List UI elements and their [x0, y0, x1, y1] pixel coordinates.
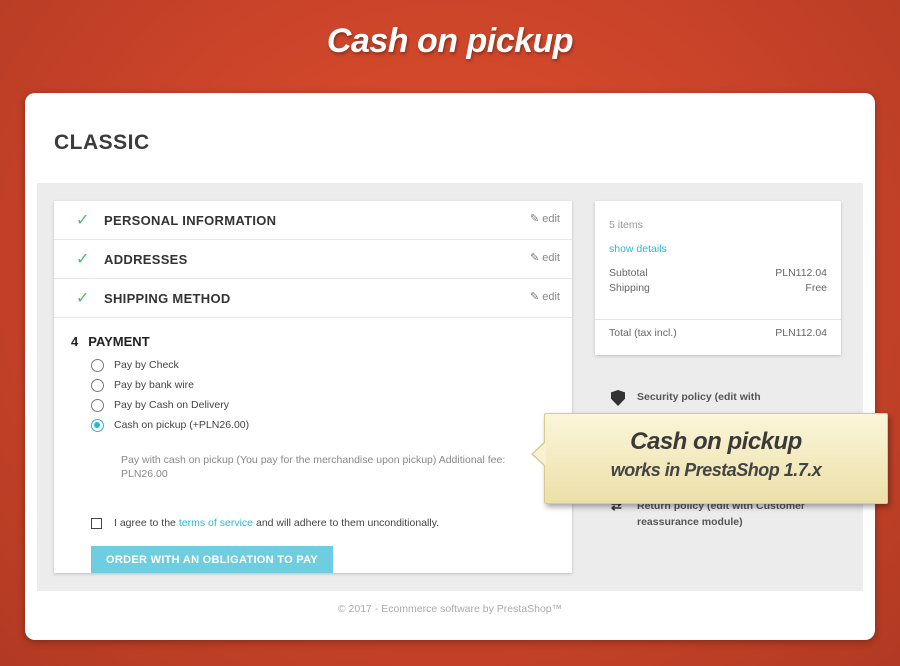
screenshot-card: CLASSIC ✓ PERSONAL INFORMATION ✎ edit ✓ … [25, 93, 875, 640]
step-addresses[interactable]: ✓ ADDRESSES ✎ edit [54, 240, 572, 279]
payment-option-cash-on-delivery[interactable]: Pay by Cash on Delivery [91, 395, 572, 415]
edit-label: edit [542, 290, 560, 303]
callout-title: Cash on pickup [630, 428, 802, 455]
pencil-icon: ✎ [530, 213, 540, 225]
show-details-link[interactable]: show details [609, 243, 667, 255]
radio-button-selected[interactable] [91, 418, 104, 432]
terms-text-after: and will adhere to them unconditionally. [256, 517, 440, 529]
terms-checkbox[interactable] [91, 517, 102, 529]
step-number: 4 [71, 334, 79, 349]
payment-step: 4 PAYMENT Pay by Check Pay by bank wire … [54, 318, 572, 573]
subtotal-row: Subtotal PLN112.04 [609, 267, 827, 279]
total-row: Total (tax incl.) PLN112.04 [609, 327, 827, 339]
shield-icon [611, 390, 625, 406]
items-count: 5 items [609, 219, 643, 231]
step-title: ADDRESSES [104, 251, 188, 267]
option-label: Cash on pickup (+PLN26.00) [114, 419, 250, 431]
callout-badge: Cash on pickup works in PrestaShop 1.7.x [531, 413, 888, 504]
payment-heading: 4 PAYMENT [71, 334, 572, 349]
check-icon: ✓ [76, 212, 90, 229]
checkout-steps: ✓ PERSONAL INFORMATION ✎ edit ✓ ADDRESSE… [54, 201, 572, 573]
step-title: PAYMENT [88, 334, 150, 349]
edit-link[interactable]: ✎ edit [530, 290, 560, 304]
terms-agreement: I agree to the terms of service and will… [91, 517, 572, 529]
edit-link[interactable]: ✎ edit [530, 212, 560, 226]
terms-text-before: I agree to the [114, 517, 176, 529]
option-label: Pay by Check [114, 359, 179, 371]
payment-option-description: Pay with cash on pickup (You pay for the… [121, 454, 506, 480]
payment-options: Pay by Check Pay by bank wire Pay by Cas… [71, 355, 572, 435]
shipping-label: Shipping [609, 282, 650, 294]
step-personal-information[interactable]: ✓ PERSONAL INFORMATION ✎ edit [54, 201, 572, 240]
check-icon: ✓ [76, 290, 90, 307]
cart-summary: 5 items show details Subtotal PLN112.04 … [595, 201, 841, 355]
payment-option-bank-wire[interactable]: Pay by bank wire [91, 375, 572, 395]
callout-subtitle: works in PrestaShop 1.7.x [610, 460, 822, 480]
security-policy: Security policy (edit with [611, 389, 841, 406]
radio-button[interactable] [91, 378, 104, 392]
option-label: Pay by bank wire [114, 379, 194, 391]
shop-logo-text[interactable]: CLASSIC [54, 131, 150, 155]
banner-title: Cash on pickup [326, 22, 574, 60]
option-label: Pay by Cash on Delivery [114, 399, 229, 411]
pencil-icon: ✎ [530, 291, 540, 303]
edit-label: edit [542, 251, 560, 264]
check-icon: ✓ [76, 251, 90, 268]
total-label: Total (tax incl.) [609, 327, 677, 339]
page-content: ✓ PERSONAL INFORMATION ✎ edit ✓ ADDRESSE… [37, 183, 863, 591]
subtotal-label: Subtotal [609, 267, 648, 279]
radio-button[interactable] [91, 358, 104, 372]
edit-label: edit [542, 212, 560, 225]
radio-button[interactable] [91, 398, 104, 412]
shipping-row: Shipping Free [609, 282, 827, 294]
total-value: PLN112.04 [775, 327, 827, 339]
security-policy-text: Security policy (edit with [637, 391, 761, 403]
subtotal-value: PLN112.04 [775, 267, 827, 279]
edit-link[interactable]: ✎ edit [530, 251, 560, 265]
terms-of-service-link[interactable]: terms of service [179, 517, 253, 529]
pencil-icon: ✎ [530, 252, 540, 264]
footer-copyright: © 2017 - Ecommerce software by PrestaSho… [337, 603, 563, 615]
summary-divider [595, 319, 841, 320]
shipping-value: Free [805, 282, 827, 294]
step-title: PERSONAL INFORMATION [104, 212, 277, 228]
step-title: SHIPPING METHOD [104, 290, 231, 306]
payment-option-check[interactable]: Pay by Check [91, 355, 572, 375]
order-button[interactable]: ORDER WITH AN OBLIGATION TO PAY [91, 546, 333, 573]
step-shipping-method[interactable]: ✓ SHIPPING METHOD ✎ edit [54, 279, 572, 318]
payment-option-cash-on-pickup[interactable]: Cash on pickup (+PLN26.00) [91, 415, 572, 435]
